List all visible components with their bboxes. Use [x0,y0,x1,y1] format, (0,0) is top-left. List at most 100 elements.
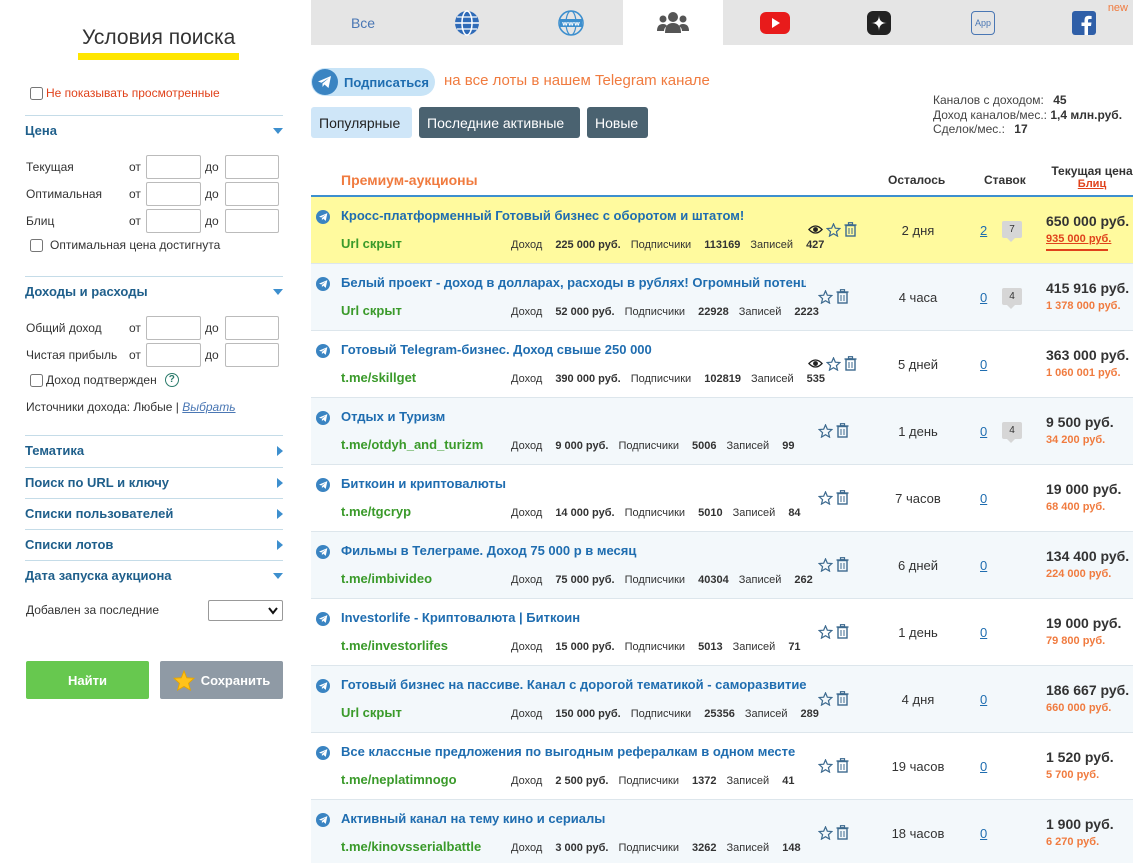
table-row[interactable]: Активный канал на тему кино и сериалы t.m… [311,800,1133,863]
blitz-price-to-input[interactable] [225,209,279,233]
comments-badge[interactable]: 7 [1002,221,1022,242]
net-profit-from-input[interactable] [146,343,201,367]
star-outline-icon[interactable] [818,691,833,706]
lot-url[interactable]: t.me/imbivideo [341,571,432,586]
table-row[interactable]: Готовый Telegram-бизнес. Доход свыше 250… [311,331,1133,398]
column-header-bids[interactable]: Ставок [984,173,1026,187]
lot-title-link[interactable]: Белый проект - доход в долларах, расходы… [341,275,806,290]
trash-icon[interactable] [836,624,849,639]
lot-title-link[interactable]: Биткоин и криптовалюты [341,476,806,491]
trash-icon[interactable] [836,289,849,304]
table-row[interactable]: Биткоин и криптовалюты t.me/tgcryp Доход 1… [311,465,1133,532]
tab-telegram-groups[interactable] [623,0,723,45]
income-confirmed-checkbox[interactable] [30,373,43,387]
table-row[interactable]: Отдых и Туризм t.me/otdyh_and_turizm Доход… [311,398,1133,465]
bids-count-link[interactable]: 0 [980,625,987,640]
comments-badge[interactable]: 4 [1002,422,1022,443]
star-outline-icon[interactable] [818,289,833,304]
bids-count-link[interactable]: 0 [980,826,987,841]
tab-www[interactable]: www [519,0,623,45]
bids-count-link[interactable]: 0 [980,290,987,305]
trash-icon[interactable] [836,825,849,840]
lot-title-link[interactable]: Investorlife - Криптовалюта | Биткоин [341,610,806,625]
lot-url[interactable]: t.me/kinovsserialbattle [341,839,481,854]
lot-url[interactable]: t.me/otdyh_and_turizm [341,437,483,452]
tab-facebook[interactable]: new [1035,0,1133,45]
comments-badge[interactable]: 4 [1002,288,1022,309]
star-outline-icon[interactable] [818,490,833,505]
net-profit-to-input[interactable] [225,343,279,367]
sort-new-button[interactable]: Новые [587,107,648,138]
star-outline-icon[interactable] [818,624,833,639]
lot-url[interactable]: t.me/skillget [341,370,416,385]
column-header-blitz[interactable]: Блиц [1051,178,1133,190]
tab-app[interactable]: App [931,0,1035,45]
bids-count-link[interactable]: 0 [980,491,987,506]
bids-count-link[interactable]: 0 [980,424,987,439]
lot-title-link[interactable]: Готовый бизнес на пассиве. Канал с дорог… [341,677,806,692]
section-lot-lists[interactable]: Списки лотов [25,529,283,559]
column-header-left[interactable]: Осталось [888,173,945,187]
bids-count-link[interactable]: 0 [980,357,987,372]
help-icon[interactable]: ? [164,373,179,387]
star-outline-icon[interactable] [826,356,841,371]
optimal-price-to-input[interactable] [225,182,279,206]
tab-youtube[interactable] [723,0,827,45]
star-outline-icon[interactable] [818,557,833,572]
income-confirmed-row[interactable]: Доход подтвержден ? [30,373,179,387]
section-price[interactable]: Цена [25,115,283,145]
trash-icon[interactable] [836,557,849,572]
star-outline-icon[interactable] [826,222,841,237]
tab-web[interactable] [415,0,519,45]
star-outline-icon[interactable] [818,758,833,773]
table-row[interactable]: Белый проект - доход в долларах, расходы… [311,264,1133,331]
trash-icon[interactable] [844,356,857,371]
bids-count-link[interactable]: 0 [980,558,987,573]
bids-count-link[interactable]: 2 [980,223,987,238]
tab-all[interactable]: Все [311,0,415,45]
lot-title-link[interactable]: Все классные предложения по выгодным реф… [341,744,806,759]
lot-url[interactable]: t.me/investorlifes [341,638,448,653]
section-launch-date[interactable]: Дата запуска аукциона [25,560,283,590]
section-theme[interactable]: Тематика [25,435,283,465]
trash-icon[interactable] [836,490,849,505]
income-sources-link[interactable]: Выбрать [182,400,235,414]
table-row[interactable]: Фильмы в Телеграме. Доход 75 000 р в мес… [311,532,1133,599]
star-outline-icon[interactable] [818,825,833,840]
section-user-lists[interactable]: Списки пользователей [25,498,283,528]
optimal-price-from-input[interactable] [146,182,201,206]
column-header-price[interactable]: Текущая цена Блиц [1051,164,1133,190]
sort-popular-button[interactable]: Популярные [311,107,412,138]
trash-icon[interactable] [836,423,849,438]
optimal-reached-row[interactable]: Оптимальная цена достигнута [30,238,220,252]
table-row[interactable]: Готовый бизнес на пассиве. Канал с дорог… [311,666,1133,733]
table-row[interactable]: Кросс-платформенный Готовый бизнес с обо… [311,197,1133,264]
trash-icon[interactable] [836,758,849,773]
current-price-from-input[interactable] [146,155,201,179]
lot-title-link[interactable]: Отдых и Туризм [341,409,806,424]
lot-title-link[interactable]: Фильмы в Телеграме. Доход 75 000 р в мес… [341,543,806,558]
trash-icon[interactable] [836,691,849,706]
lot-title-link[interactable]: Кросс-платформенный Готовый бизнес с обо… [341,208,806,223]
lot-title-link[interactable]: Активный канал на тему кино и сериалы [341,811,806,826]
telegram-subscribe-button[interactable]: Подписаться [311,68,435,96]
lot-url[interactable]: t.me/neplatimnogo [341,772,457,787]
hide-viewed-checkbox[interactable] [30,86,43,100]
find-button[interactable]: Найти [26,661,149,699]
current-price-to-input[interactable] [225,155,279,179]
total-income-to-input[interactable] [225,316,279,340]
section-income[interactable]: Доходы и расходы [25,276,283,306]
total-income-from-input[interactable] [146,316,201,340]
table-row[interactable]: Все классные предложения по выгодным реф… [311,733,1133,800]
lot-url[interactable]: t.me/tgcryp [341,504,411,519]
bids-count-link[interactable]: 0 [980,759,987,774]
table-row[interactable]: Investorlife - Криптовалюта | Биткоин t.m… [311,599,1133,666]
hide-viewed-row[interactable]: Не показывать просмотренные [30,86,220,100]
save-button[interactable]: Сохранить [160,661,283,699]
optimal-reached-checkbox[interactable] [30,238,43,252]
added-period-select[interactable] [208,600,283,621]
lot-title-link[interactable]: Готовый Telegram-бизнес. Доход свыше 250… [341,342,806,357]
bids-count-link[interactable]: 0 [980,692,987,707]
blitz-price-from-input[interactable] [146,209,201,233]
tab-zen[interactable] [827,0,931,45]
